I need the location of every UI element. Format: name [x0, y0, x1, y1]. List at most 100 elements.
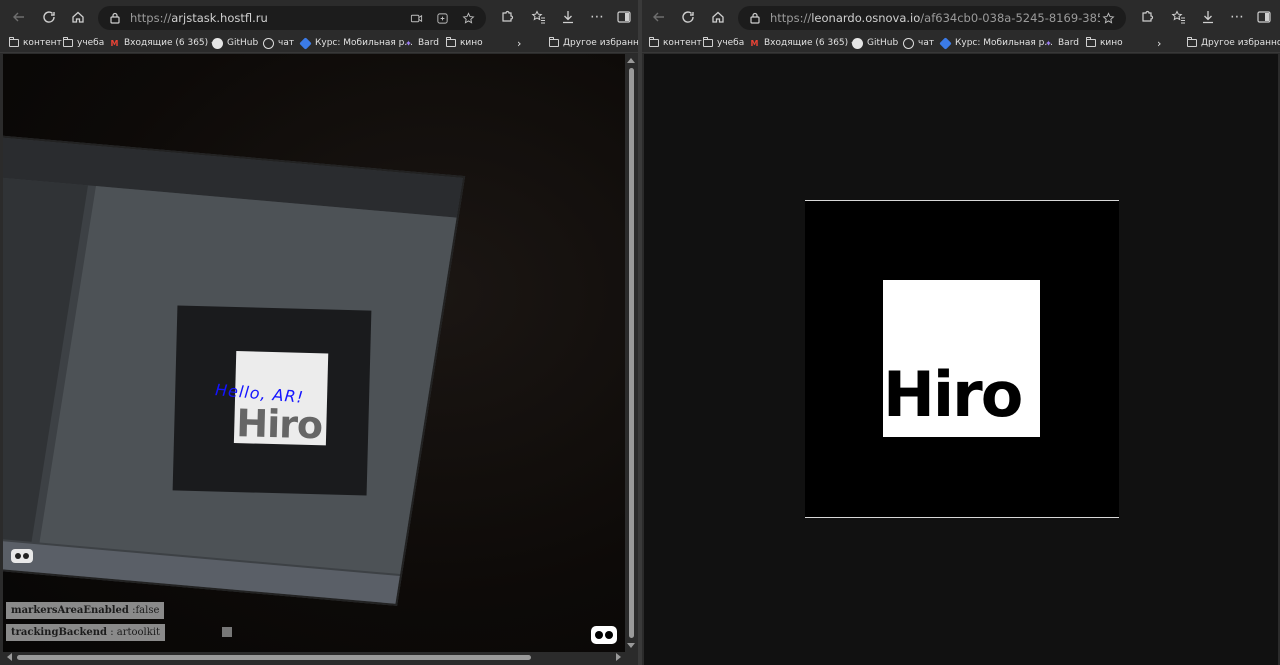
scroll-down-arrow-icon[interactable]	[627, 643, 635, 648]
star-icon[interactable]	[460, 10, 476, 26]
more-dots-icon: ⋯	[1230, 9, 1244, 25]
bookmark-ucheba[interactable]: учеба	[62, 35, 104, 51]
bookmark-github[interactable]: GitHub	[852, 35, 898, 51]
address-bar[interactable]: https://arjstask.hostfl.ru	[98, 6, 486, 30]
app-install-icon[interactable]	[434, 10, 450, 26]
status-value: : artoolkit	[107, 627, 161, 638]
arrow-left-icon	[653, 12, 664, 22]
hiro-marker-image[interactable]: Hiro	[805, 200, 1119, 518]
folder-icon	[702, 37, 713, 49]
bookmark-label: Другое избранное	[563, 38, 638, 48]
bookmark-chat[interactable]: чат	[903, 35, 934, 51]
star-icon[interactable]	[1100, 10, 1116, 26]
marker-label: Hiro	[235, 401, 323, 448]
small-square-indicator	[222, 627, 232, 637]
bookmark-inbox[interactable]: M Входящие (6 365) -...	[109, 35, 223, 51]
address-bar[interactable]: https://leonardo.osnova.io/af634cb0-038a…	[738, 6, 1126, 30]
bookmark-label: Другое избранное	[1201, 38, 1280, 48]
address-url: https://leonardo.osnova.io/af634cb0-038a…	[770, 11, 1100, 25]
bookmark-label: контент	[663, 38, 702, 48]
sidebar-icon	[1257, 11, 1271, 23]
refresh-icon	[682, 11, 694, 23]
refresh-button[interactable]	[677, 7, 699, 27]
bookmark-label: учеба	[717, 38, 745, 48]
marker-label: Hiro	[883, 358, 1023, 431]
bookmarks-overflow-button[interactable]: ›	[1157, 35, 1161, 51]
chat-icon	[903, 37, 914, 49]
more-button[interactable]: ⋯	[1226, 7, 1248, 27]
chevron-right-icon: ›	[517, 36, 522, 50]
folder-icon	[1085, 37, 1096, 49]
bookmarks-overflow-button[interactable]: ›	[517, 35, 521, 51]
scroll-up-arrow-icon[interactable]	[627, 58, 635, 63]
vertical-scrollbar[interactable]	[626, 54, 636, 652]
favorites-icon	[531, 10, 545, 24]
bookmark-label: кино	[460, 38, 483, 48]
scroll-thumb[interactable]	[629, 68, 634, 638]
more-button[interactable]: ⋯	[586, 7, 608, 27]
home-button[interactable]	[707, 7, 729, 27]
scroll-thumb[interactable]	[17, 655, 531, 660]
tracking-backend-status: trackingBackend : artoolkit	[6, 624, 166, 641]
puzzle-icon	[1142, 10, 1154, 22]
bookmark-label: GitHub	[867, 38, 899, 48]
favorites-button[interactable]	[1168, 7, 1190, 27]
bookmarks-bar: контент учеба M Входящие (6 365) -... Gi…	[642, 34, 1280, 53]
bard-icon: ✦	[1045, 38, 1052, 48]
refresh-button[interactable]	[38, 7, 60, 27]
bookmark-ucheba[interactable]: учеба	[702, 35, 744, 51]
github-icon	[212, 37, 223, 49]
sidebar-toggle-button[interactable]	[1253, 7, 1275, 27]
extensions-button[interactable]	[1136, 7, 1158, 27]
download-icon	[1203, 11, 1213, 24]
image-preview-viewport: Hiro	[644, 54, 1278, 665]
address-url: https://arjstask.hostfl.ru	[130, 11, 268, 25]
bookmark-course[interactable]: Курс: Мобильная р...	[939, 35, 1053, 51]
bookmark-bard[interactable]: ✦ Bard	[1043, 35, 1079, 51]
home-button[interactable]	[67, 7, 89, 27]
puzzle-icon	[502, 10, 514, 22]
folder-icon	[62, 37, 73, 49]
bookmark-github[interactable]: GitHub	[212, 35, 258, 51]
extensions-button[interactable]	[496, 7, 518, 27]
folder-icon	[8, 37, 19, 49]
lock-icon	[748, 11, 762, 25]
chevron-right-icon: ›	[1157, 36, 1162, 50]
bookmark-kontent[interactable]: контент	[8, 35, 62, 51]
download-icon	[563, 11, 573, 24]
bookmark-chat[interactable]: чат	[263, 35, 294, 51]
bookmark-label: Курс: Мобильная р...	[315, 38, 413, 48]
video-icon[interactable]	[408, 10, 424, 26]
lock-icon	[108, 11, 122, 25]
back-button[interactable]	[648, 7, 670, 27]
bookmark-other-favorites[interactable]: Другое избранное	[548, 35, 638, 51]
bookmark-kontent[interactable]: контент	[648, 35, 702, 51]
folder-icon	[648, 37, 659, 49]
bookmark-kino[interactable]: кино	[445, 35, 483, 51]
downloads-button[interactable]	[1197, 7, 1219, 27]
horizontal-scrollbar[interactable]	[3, 652, 625, 662]
hiro-marker-white-square: Hiro	[883, 280, 1040, 437]
bookmark-label: Bard	[418, 38, 439, 48]
refresh-icon	[43, 11, 55, 23]
vr-mode-button[interactable]	[591, 626, 617, 644]
scroll-left-arrow-icon[interactable]	[7, 653, 12, 661]
bookmark-other-favorites[interactable]: Другое избранное	[1186, 35, 1280, 51]
sidebar-toggle-button[interactable]	[613, 7, 635, 27]
bookmark-label: Bard	[1058, 38, 1079, 48]
scroll-right-arrow-icon[interactable]	[616, 653, 621, 661]
bard-icon: ✦	[405, 38, 412, 48]
bookmark-kino[interactable]: кино	[1085, 35, 1123, 51]
folder-icon	[1186, 37, 1197, 49]
home-icon	[712, 11, 724, 23]
markers-area-status: markersAreaEnabled :false	[6, 602, 165, 619]
home-icon	[72, 11, 84, 23]
back-button[interactable]	[8, 7, 30, 27]
downloads-button[interactable]	[557, 7, 579, 27]
favorites-button[interactable]	[528, 7, 550, 27]
bookmark-course[interactable]: Курс: Мобильная р...	[299, 35, 413, 51]
bookmark-label: чат	[278, 38, 295, 48]
bookmark-bard[interactable]: ✦ Bard	[403, 35, 439, 51]
bookmark-inbox[interactable]: M Входящие (6 365) -...	[749, 35, 863, 51]
ar-camera-viewport: Hiro Hello, AR! markersAreaEnabled :fals…	[3, 54, 625, 652]
